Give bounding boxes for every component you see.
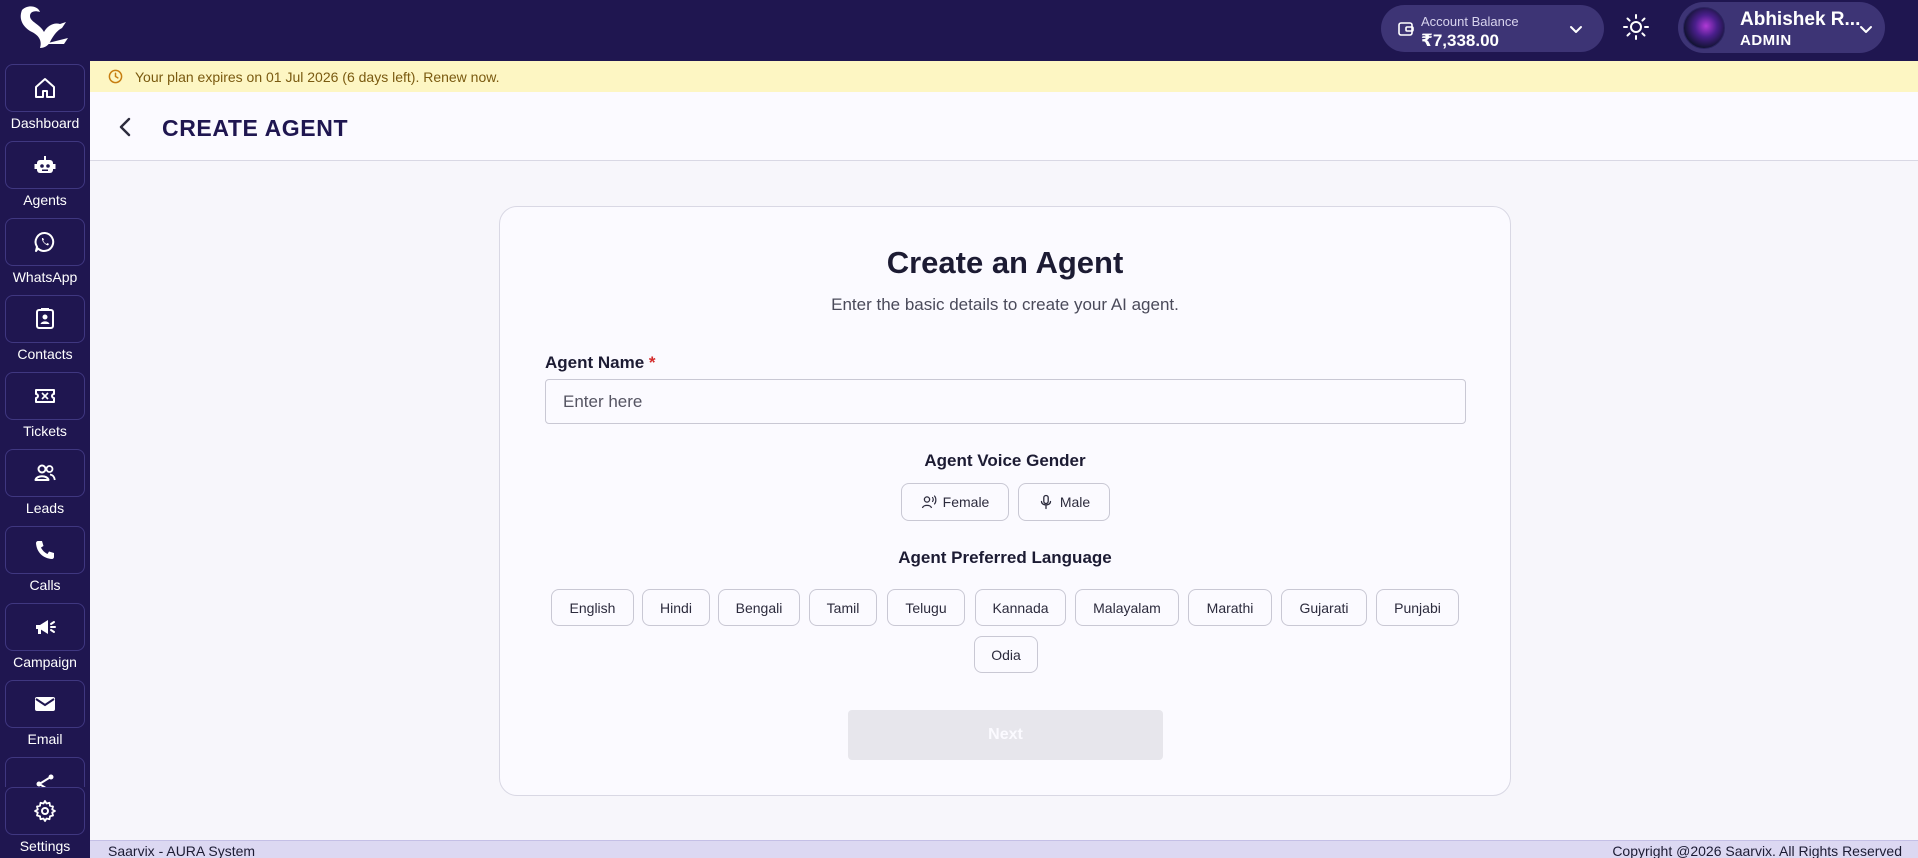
language-tamil-button[interactable]: Tamil [809, 589, 877, 626]
sidebar-item-label: Agents [23, 192, 67, 208]
sidebar-item-share[interactable] [0, 757, 90, 787]
required-marker: * [648, 353, 656, 372]
sidebar: Dashboard Agents WhatsApp Contacts Ticke… [0, 61, 90, 858]
banner-text[interactable]: Your plan expires on 01 Jul 2026 (6 days… [135, 69, 500, 85]
sidebar-button-share[interactable] [5, 757, 85, 787]
sidebar-button-dashboard[interactable] [5, 64, 85, 112]
sidebar-item-contacts[interactable]: Contacts [0, 295, 90, 372]
agent-name-label-text: Agent Name [545, 353, 645, 372]
chevron-down-icon[interactable] [1858, 21, 1874, 37]
footer-app-name: Saarvix - AURA System [108, 843, 256, 858]
sidebar-item-label: Calls [29, 577, 61, 593]
speaking-person-icon [921, 495, 937, 509]
share-icon [36, 774, 54, 787]
page-header: CREATE AGENT [90, 92, 1918, 161]
gender-female-button[interactable]: Female [901, 483, 1009, 521]
language-malayalam-button[interactable]: Malayalam [1075, 589, 1179, 626]
sidebar-button-whatsapp[interactable] [5, 218, 85, 266]
language-gujarati-button[interactable]: Gujarati [1281, 589, 1367, 626]
balance-amount: ₹7,338.00 [1421, 31, 1500, 50]
sidebar-item-label: Email [27, 731, 63, 747]
account-balance-widget[interactable]: Account Balance ₹7,338.00 [1381, 5, 1604, 52]
sidebar-button-calls[interactable] [5, 526, 85, 574]
contact-card-icon [36, 308, 54, 329]
user-menu[interactable]: Abhishek R... ADMIN [1678, 2, 1885, 53]
plan-expiry-banner[interactable]: Your plan expires on 01 Jul 2026 (6 days… [90, 61, 1918, 92]
sidebar-item-campaign[interactable]: Campaign [0, 603, 90, 680]
whatsapp-icon [34, 232, 55, 252]
sidebar-item-leads[interactable]: Leads [0, 449, 90, 526]
user-name: Abhishek R... [1740, 9, 1861, 30]
language-odia-button[interactable]: Odia [974, 636, 1038, 673]
language-english-button[interactable]: English [551, 589, 634, 626]
top-bar: Account Balance ₹7,338.00 Abhishek R... … [0, 0, 1918, 61]
voice-gender-label: Agent Voice Gender [924, 451, 1086, 470]
form-subheading: Enter the basic details to create your A… [831, 295, 1179, 314]
wallet-icon [1398, 22, 1414, 36]
language-punjabi-button[interactable]: Punjabi [1376, 589, 1459, 626]
sidebar-item-tickets[interactable]: Tickets [0, 372, 90, 449]
form-heading: Create an Agent [886, 245, 1124, 280]
sun-icon[interactable] [1622, 13, 1650, 41]
sidebar-item-label: Contacts [17, 346, 73, 362]
sidebar-item-settings[interactable]: Settings [0, 787, 90, 858]
sidebar-item-whatsapp[interactable]: WhatsApp [0, 218, 90, 295]
sidebar-item-agents[interactable]: Agents [0, 141, 90, 218]
mail-icon [35, 697, 55, 711]
gender-male-button[interactable]: Male [1018, 483, 1110, 521]
create-agent-card: Create an Agent Enter the basic details … [499, 206, 1511, 796]
footer-copyright: Copyright @2026 Saarvix. All Rights Rese… [1612, 843, 1902, 858]
sidebar-item-calls[interactable]: Calls [0, 526, 90, 603]
sidebar-item-label: Dashboard [10, 115, 80, 131]
sidebar-button-email[interactable] [5, 680, 85, 728]
gender-male-label: Male [1059, 494, 1091, 510]
microphone-icon [1040, 494, 1051, 510]
phone-icon [36, 541, 54, 559]
sidebar-item-email[interactable]: Email [0, 680, 90, 757]
gender-female-label: Female [942, 494, 990, 510]
sidebar-item-label: Leads [25, 500, 65, 516]
language-hindi-button[interactable]: Hindi [642, 589, 710, 626]
avatar [1683, 7, 1725, 49]
sidebar-item-dashboard[interactable]: Dashboard [0, 64, 90, 141]
sidebar-item-label: Tickets [23, 423, 67, 439]
home-icon [35, 78, 55, 98]
footer: Saarvix - AURA System Copyright @2026 Sa… [90, 840, 1918, 858]
agent-name-input[interactable] [545, 379, 1466, 424]
sidebar-button-settings[interactable] [5, 787, 85, 835]
user-role: ADMIN [1740, 32, 1792, 49]
page-title: CREATE AGENT [162, 115, 349, 141]
users-icon [34, 464, 56, 481]
robot-icon [34, 156, 56, 173]
balance-label: Account Balance [1421, 14, 1519, 29]
sidebar-item-label: Campaign [13, 654, 77, 670]
back-arrow-icon[interactable] [116, 117, 136, 137]
language-marathi-button[interactable]: Marathi [1188, 589, 1272, 626]
next-button[interactable]: Next [848, 710, 1163, 760]
ticket-icon [35, 389, 55, 403]
logo-icon[interactable] [14, 4, 72, 52]
gear-icon [34, 800, 56, 822]
language-telugu-button[interactable]: Telugu [887, 589, 965, 626]
sidebar-button-campaign[interactable] [5, 603, 85, 651]
language-kannada-button[interactable]: Kannada [975, 589, 1066, 626]
preferred-language-label: Agent Preferred Language [898, 548, 1112, 567]
language-bengali-button[interactable]: Bengali [718, 589, 800, 626]
sidebar-button-leads[interactable] [5, 449, 85, 497]
megaphone-icon [36, 620, 56, 634]
sidebar-item-label: WhatsApp [12, 269, 78, 285]
sidebar-button-agents[interactable] [5, 141, 85, 189]
sidebar-item-label: Settings [19, 838, 71, 854]
chevron-down-icon[interactable] [1568, 21, 1584, 37]
sidebar-button-contacts[interactable] [5, 295, 85, 343]
clock-icon [108, 69, 123, 84]
sidebar-button-tickets[interactable] [5, 372, 85, 420]
agent-name-label: Agent Name * [545, 353, 656, 373]
